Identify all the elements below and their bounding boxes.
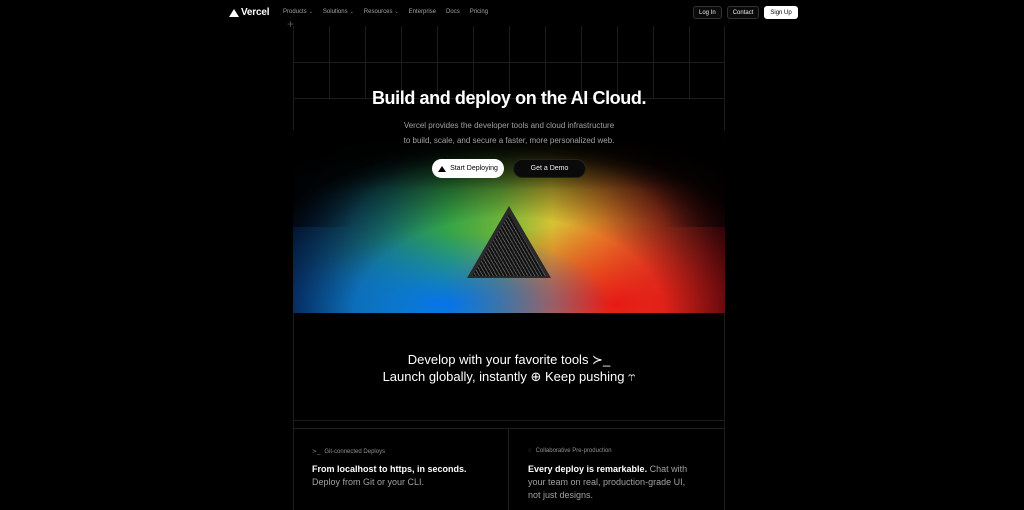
- feature-tag-label: Collaborative Pre-production: [535, 448, 612, 454]
- hero-subtitle-line: to build, scale, and secure a faster, mo…: [403, 136, 615, 145]
- vercel-triangle-icon: [438, 165, 447, 172]
- feature-tag-label: Git-connected Deploys: [324, 448, 386, 455]
- top-navigation: Vercel Products ⌄ Solutions ⌄ Resources ⌄ E…: [0, 0, 1024, 26]
- grid-line: [293, 62, 725, 63]
- hero-title: Build and deploy on the AI Cloud.: [371, 88, 647, 108]
- feature-headline-bold: Every deploy is remarkable.: [528, 464, 648, 474]
- plus-icon: +: [287, 17, 295, 31]
- feature-headline: Every deploy is remarkable. Chat with yo…: [528, 463, 698, 502]
- feature-tag: ≻_ Git-connected Deploys: [312, 448, 386, 456]
- start-deploying-label: Start Deploying: [450, 165, 498, 172]
- chevron-down-icon: ⌄: [308, 9, 313, 15]
- feature-card-preproduction[interactable]: ◌ Collaborative Pre-production Every dep…: [509, 428, 725, 510]
- vercel-triangle-icon: [229, 8, 239, 17]
- nav-link-solutions[interactable]: Solutions ⌄: [323, 9, 354, 15]
- nav-link-products[interactable]: Products ⌄: [283, 9, 313, 15]
- feature-card-git[interactable]: ≻_ Git-connected Deploys From localhost …: [293, 428, 509, 510]
- hero-subtitle-line: Vercel provides the developer tools and …: [403, 121, 615, 130]
- feature-headline: From localhost to https, in seconds. Dep…: [312, 463, 482, 489]
- hero-subtitle: Vercel provides the developer tools and …: [293, 118, 725, 148]
- chevron-down-icon: ⌄: [349, 9, 354, 15]
- brand-name: Vercel: [241, 7, 270, 18]
- start-deploying-button[interactable]: Start Deploying: [432, 159, 504, 178]
- tagline: Develop with your favorite tools ≻_ Laun…: [293, 351, 725, 385]
- comment-icon: ◌: [528, 448, 532, 454]
- tagline-line-2: Launch globally, instantly ⊕ Keep pushin…: [382, 369, 636, 384]
- signup-button[interactable]: Sign Up: [764, 6, 798, 19]
- get-demo-button[interactable]: Get a Demo: [513, 159, 586, 178]
- vercel-logo[interactable]: Vercel: [229, 7, 269, 18]
- nav-link-pricing[interactable]: Pricing: [470, 9, 488, 15]
- login-button[interactable]: Log In: [693, 6, 722, 19]
- grid-line: [293, 420, 725, 421]
- tagline-line-1: Develop with your favorite tools ≻_: [407, 352, 611, 367]
- feature-tag: ◌ Collaborative Pre-production: [528, 448, 612, 454]
- chevron-down-icon: ⌄: [394, 9, 399, 15]
- nav-link-resources[interactable]: Resources ⌄: [364, 9, 399, 15]
- nav-links: Products ⌄ Solutions ⌄ Resources ⌄ Enterpri…: [283, 9, 488, 15]
- nav-link-enterprise[interactable]: Enterprise: [409, 9, 436, 15]
- nav-actions: Log In Contact Sign Up: [693, 6, 798, 19]
- nav-link-docs[interactable]: Docs: [446, 9, 460, 15]
- contact-button[interactable]: Contact: [726, 6, 760, 19]
- feature-headline-bold: From localhost to https, in seconds.: [312, 464, 467, 474]
- terminal-icon: ≻_: [312, 449, 321, 455]
- feature-body: Deploy from Git or your CLI.: [312, 477, 425, 487]
